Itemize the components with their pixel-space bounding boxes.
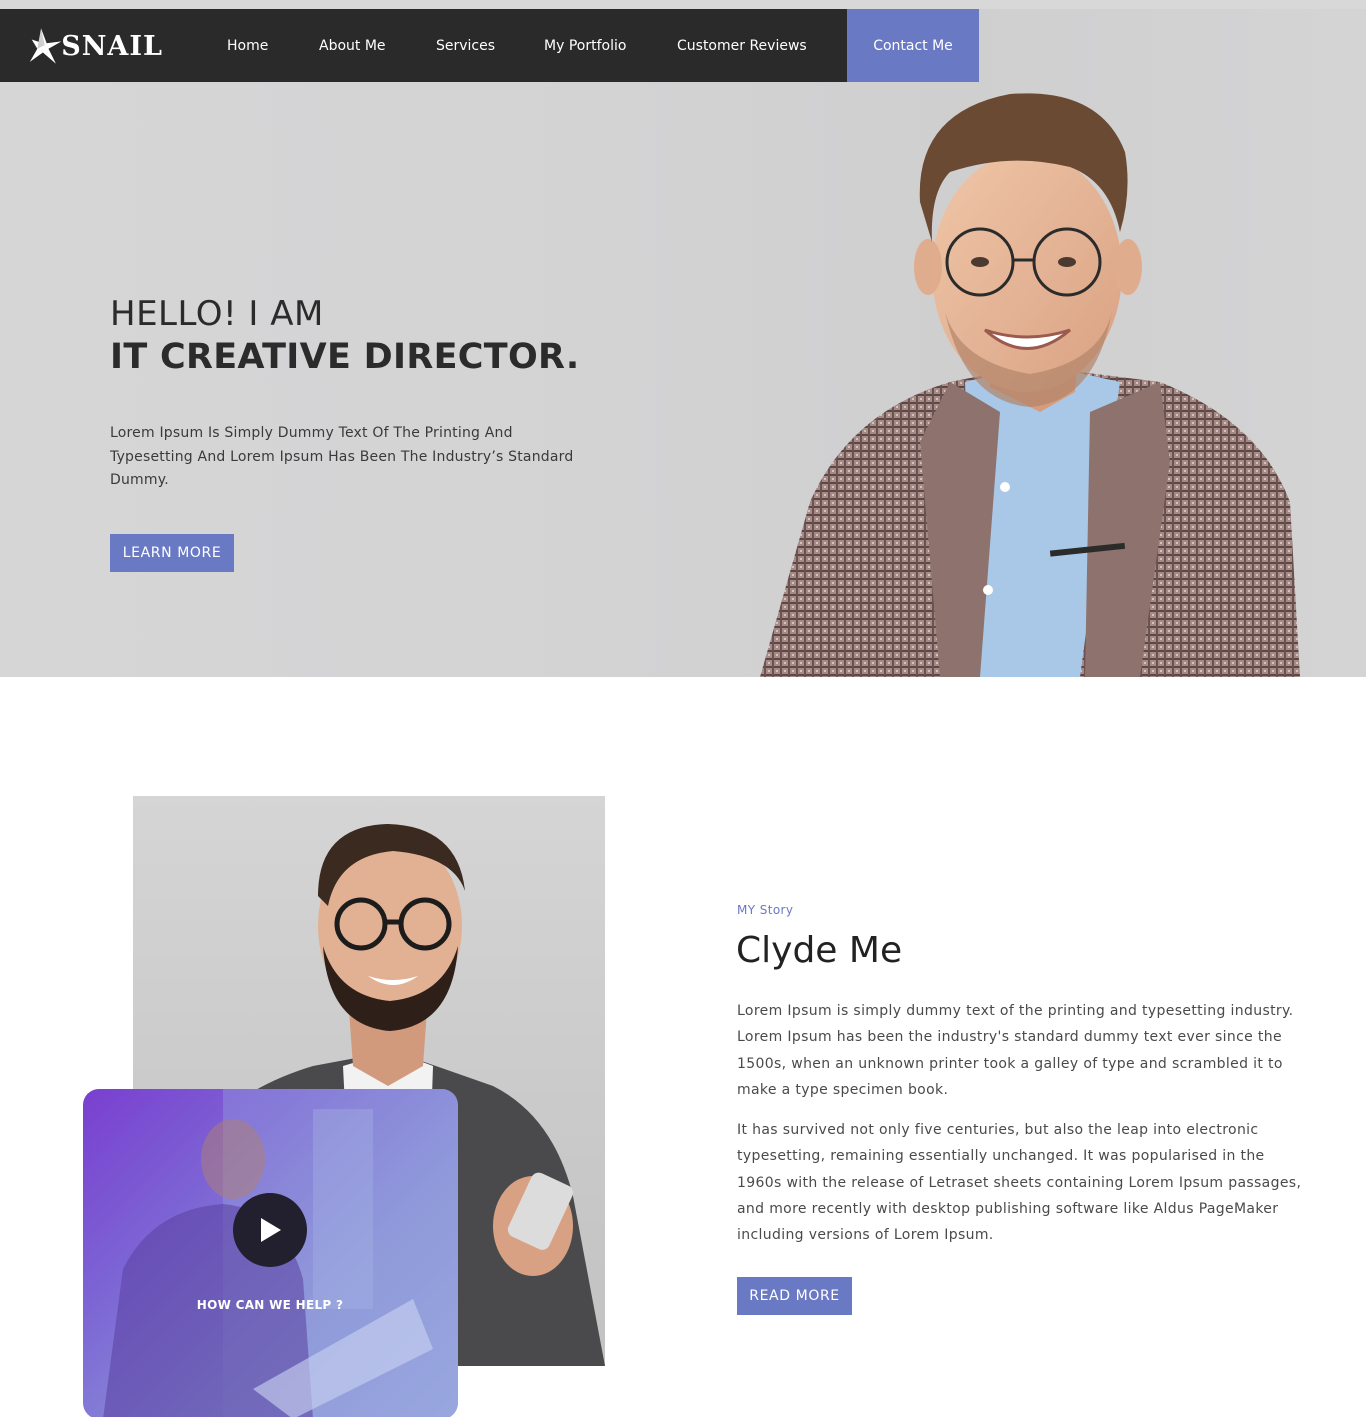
video-caption: HOW CAN WE HELP ? — [196, 1298, 344, 1312]
read-more-button[interactable]: READ MORE — [737, 1277, 852, 1315]
story-paragraph-2: It has survived not only five centuries,… — [737, 1122, 1302, 1244]
nav-about-me[interactable]: About Me — [319, 9, 386, 82]
nav-home[interactable]: Home — [227, 9, 268, 82]
hero-title: IT CREATIVE DIRECTOR. — [110, 337, 580, 377]
story-kicker: MY Story — [737, 903, 794, 917]
nav-my-portfolio[interactable]: My Portfolio — [544, 9, 626, 82]
learn-more-button[interactable]: LEARN MORE — [110, 534, 234, 572]
main-navbar: SNAIL Home About Me Services My Portfoli… — [0, 9, 979, 82]
story-heading: Clyde Me — [736, 930, 903, 971]
hero-greeting: HELLO! I AM — [110, 294, 324, 334]
brand-logo[interactable]: SNAIL — [28, 23, 163, 69]
hero-portrait-image — [760, 93, 1300, 677]
play-icon — [261, 1218, 281, 1242]
hero-section: SNAIL Home About Me Services My Portfoli… — [0, 0, 1366, 677]
nav-contact-me-button[interactable]: Contact Me — [847, 9, 979, 82]
nav-services[interactable]: Services — [436, 9, 495, 82]
top-strip — [0, 0, 1366, 9]
brand-name: SNAIL — [61, 30, 163, 62]
play-video-button[interactable] — [233, 1193, 307, 1267]
nav-customer-reviews[interactable]: Customer Reviews — [677, 9, 807, 82]
story-paragraph-1: Lorem Ipsum is simply dummy text of the … — [737, 1003, 1294, 1098]
hero-description: Lorem Ipsum Is Simply Dummy Text Of The … — [110, 425, 574, 488]
snail-logo-icon — [29, 28, 62, 64]
